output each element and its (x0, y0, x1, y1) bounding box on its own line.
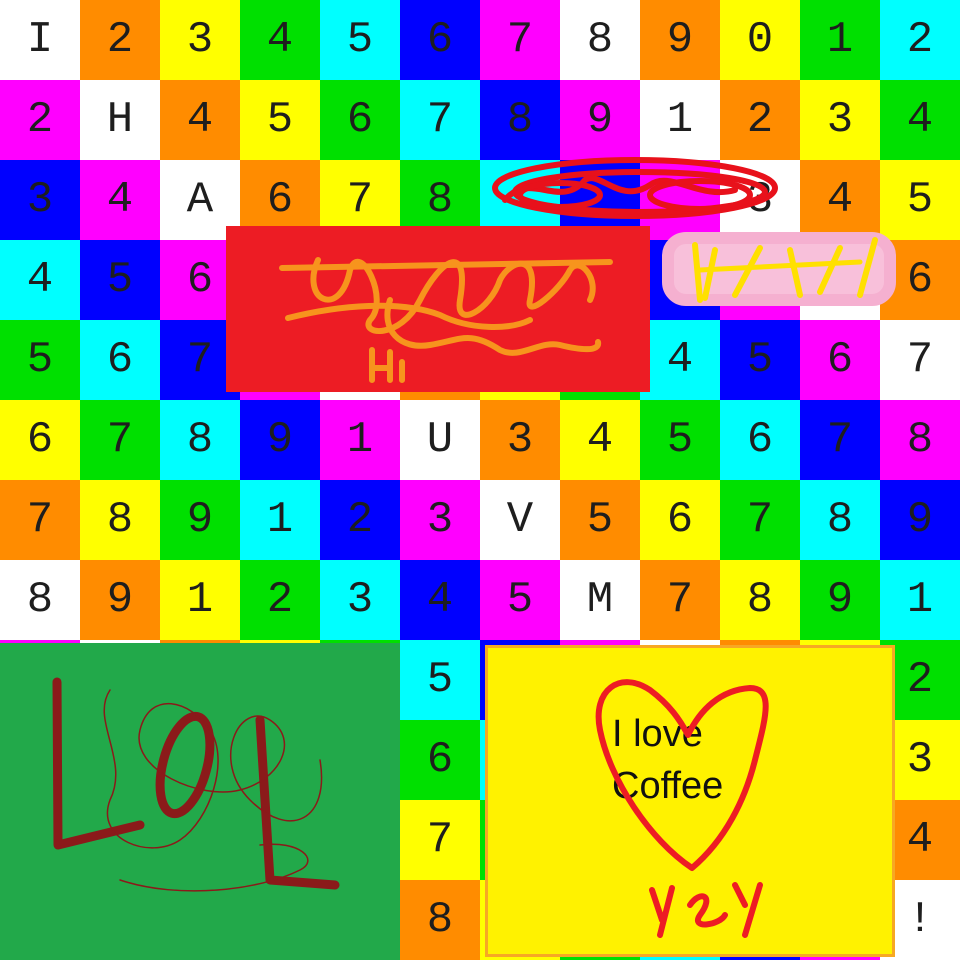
grid-cell: 8 (720, 560, 800, 640)
grid-cell: 9 (560, 80, 640, 160)
grid-cell: 3 (160, 0, 240, 80)
grid-cell: 8 (480, 80, 560, 160)
grid-cell: 1 (240, 480, 320, 560)
grid-cell: 6 (800, 320, 880, 400)
grid-cell: 3 (720, 160, 800, 240)
grid-cell: 6 (720, 400, 800, 480)
grid-cell: 1 (160, 560, 240, 640)
grid-cell: 5 (240, 80, 320, 160)
grid-cell: 7 (880, 320, 960, 400)
grid-cell: 9 (880, 480, 960, 560)
grid-cell: 3 (800, 80, 880, 160)
grid-cell: 5 (640, 400, 720, 480)
coffee-note: I love Coffee (612, 708, 812, 812)
grid-cell: 5 (480, 560, 560, 640)
grid-cell: 9 (800, 560, 880, 640)
coffee-line-1: I love (612, 713, 703, 755)
grid-cell: I (0, 0, 80, 80)
grid-cell: 5 (720, 320, 800, 400)
grid-cell: 7 (800, 400, 880, 480)
grid-cell: 6 (80, 320, 160, 400)
grid-cell: V (480, 480, 560, 560)
grid-cell: 8 (160, 400, 240, 480)
coffee-line-2: Coffee (612, 765, 724, 807)
grid-cell: 1 (640, 80, 720, 160)
grid-cell: 6 (880, 240, 960, 320)
grid-cell: 5 (0, 320, 80, 400)
grid-cell: 2 (240, 560, 320, 640)
grid-cell: U (400, 400, 480, 480)
grid-cell: H (80, 80, 160, 160)
grid-cell: 2 (0, 80, 80, 160)
grid-cell: 7 (400, 80, 480, 160)
grid-cell: 4 (400, 560, 480, 640)
grid-cell (720, 240, 800, 320)
grid-cell: 8 (880, 400, 960, 480)
grid-cell: 1 (800, 0, 880, 80)
grid-cell: 9 (640, 0, 720, 80)
grid-cell: 1 (320, 400, 400, 480)
grid-cell: 9 (240, 400, 320, 480)
grid-cell: 5 (80, 240, 160, 320)
grid-cell: 7 (80, 400, 160, 480)
grid-cell: 6 (0, 400, 80, 480)
grid-cell: 5 (400, 640, 480, 720)
grid-cell: 8 (800, 480, 880, 560)
grid-cell: M (560, 560, 640, 640)
grid-cell: 8 (400, 880, 480, 960)
grid-cell: 6 (400, 720, 480, 800)
red-box (226, 226, 650, 392)
grid-cell: 2 (880, 0, 960, 80)
grid-cell (640, 240, 720, 320)
grid-cell: 7 (720, 480, 800, 560)
grid-cell: 1 (880, 560, 960, 640)
grid-cell: 4 (800, 160, 880, 240)
grid-cell: 9 (160, 480, 240, 560)
grid-cell (640, 160, 720, 240)
grid-cell: 6 (400, 0, 480, 80)
grid-cell: 5 (320, 0, 400, 80)
grid-cell: 3 (480, 400, 560, 480)
grid-cell: 3 (0, 160, 80, 240)
grid-cell: 7 (480, 0, 560, 80)
grid-cell: 8 (80, 480, 160, 560)
grid-cell: 4 (80, 160, 160, 240)
grid-cell: 8 (560, 0, 640, 80)
grid-cell: 4 (640, 320, 720, 400)
grid-cell: 0 (720, 0, 800, 80)
grid-cell: 5 (560, 480, 640, 560)
green-box (0, 643, 400, 960)
grid-cell: 5 (880, 160, 960, 240)
grid-cell: 7 (400, 800, 480, 880)
grid-cell: 7 (0, 480, 80, 560)
grid-cell: 9 (80, 560, 160, 640)
grid-cell: 8 (0, 560, 80, 640)
grid-cell: 4 (880, 80, 960, 160)
grid-cell: 2 (320, 480, 400, 560)
grid-cell: 4 (560, 400, 640, 480)
grid-cell: 3 (400, 480, 480, 560)
grid-cell: 2 (720, 80, 800, 160)
grid-cell (800, 240, 880, 320)
grid-cell: 7 (640, 560, 720, 640)
grid-cell: 2 (80, 0, 160, 80)
grid-cell: 4 (160, 80, 240, 160)
grid-cell: 3 (320, 560, 400, 640)
grid-cell: 4 (0, 240, 80, 320)
grid-cell: 6 (320, 80, 400, 160)
grid-cell: 6 (640, 480, 720, 560)
grid-cell: 4 (240, 0, 320, 80)
